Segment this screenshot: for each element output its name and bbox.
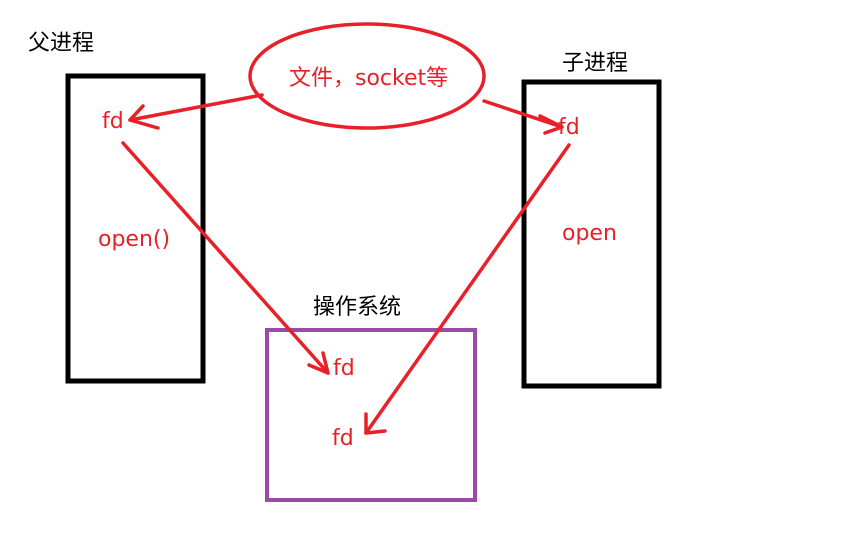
os-fd-top-label: fd (333, 356, 355, 381)
child-open-label: open (562, 221, 617, 246)
os-fd-bottom-label: fd (332, 426, 354, 451)
arrow-parent-fd-to-os-fd (121, 141, 330, 375)
parent-process-title: 父进程 (28, 31, 94, 56)
process-fd-diagram: 父进程 fd open() 子进程 fd open 文件，socket等 操作系… (28, 22, 662, 502)
os-box (265, 328, 477, 502)
os-title: 操作系统 (313, 295, 401, 320)
arrow-child-fd-to-os-fd (364, 143, 571, 435)
child-process-title: 子进程 (562, 51, 628, 76)
parent-fd-label: fd (102, 109, 124, 134)
parent-open-label: open() (98, 227, 170, 252)
arrow-resource-to-parent-fd (128, 93, 264, 122)
resource-label: 文件，socket等 (289, 66, 448, 91)
